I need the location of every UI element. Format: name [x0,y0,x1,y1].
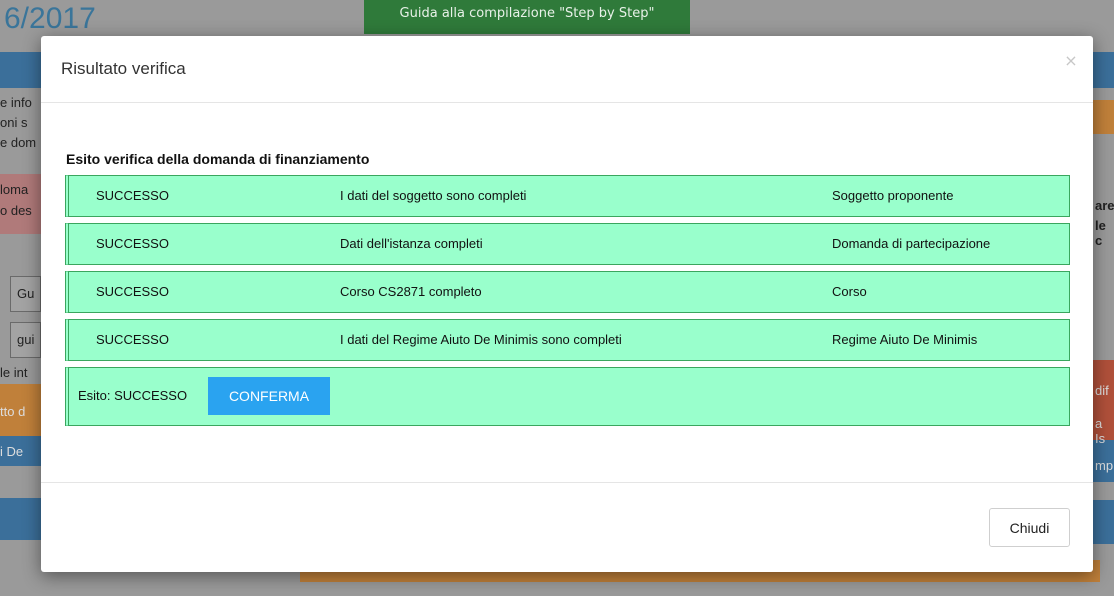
result-dialog: Risultato verifica × Esito verifica dell… [41,36,1093,572]
confirm-button[interactable]: CONFERMA [208,377,330,415]
dialog-title: Risultato verifica [61,59,186,78]
background-text: le int [0,365,28,380]
verification-heading: Esito verifica della domanda di finanzia… [66,151,370,167]
close-icon[interactable]: × [1061,50,1081,70]
background-text: i De [0,444,24,459]
row-status: SUCCESSO [96,188,169,203]
background-guide-button: Guida alla compilazione "Step by Step" [364,0,690,34]
dialog-footer: Chiudi [41,482,1093,573]
background-strip [1093,100,1114,134]
row-section: Soggetto proponente [832,188,954,203]
result-row: SUCCESSO Dati dell'istanza completi Doma… [65,223,1070,265]
row-status: SUCCESSO [96,332,169,347]
close-button[interactable]: Chiudi [989,508,1070,547]
row-section: Regime Aiuto De Minimis [832,332,978,347]
dialog-header: Risultato verifica × [41,36,1093,103]
row-message: I dati del Regime Aiuto De Minimis sono … [340,332,622,347]
row-status: SUCCESSO [96,236,169,251]
result-row: SUCCESSO I dati del soggetto sono comple… [65,175,1070,217]
background-text: e info [0,95,32,110]
background-text: a Is [1095,416,1106,446]
background-text: oni s [0,115,28,130]
background-strip [1093,500,1114,544]
background-text: e dom [0,135,37,150]
background-strip [0,498,42,540]
result-row: SUCCESSO I dati del Regime Aiuto De Mini… [65,319,1070,361]
dialog-body: Esito verifica della domanda di finanzia… [41,103,1093,426]
row-message: Corso CS2871 completo [340,284,482,299]
background-strip [1093,52,1114,88]
background-text: loma [0,182,29,197]
final-result-label: Esito: SUCCESSO [78,388,188,403]
row-message: I dati del soggetto sono completi [340,188,527,203]
background-text: o des [0,203,32,218]
background-text: are [1095,198,1114,213]
row-status: SUCCESSO [96,284,169,299]
background-box: Gu [10,276,42,312]
result-row: SUCCESSO Corso CS2871 completo Corso [65,271,1070,313]
row-section: Corso [832,284,867,299]
final-result-row: Esito: SUCCESSO CONFERMA [65,367,1070,426]
background-text: mp [1095,458,1114,473]
background-text: le c [1095,218,1106,248]
background-box: gui [10,322,42,358]
background-text: tto d [0,404,26,419]
background-strip [0,52,42,88]
background-text: dif [1095,383,1109,398]
background-title: 6/2017 [4,2,96,35]
row-section: Domanda di partecipazione [832,236,991,251]
row-message: Dati dell'istanza completi [340,236,483,251]
